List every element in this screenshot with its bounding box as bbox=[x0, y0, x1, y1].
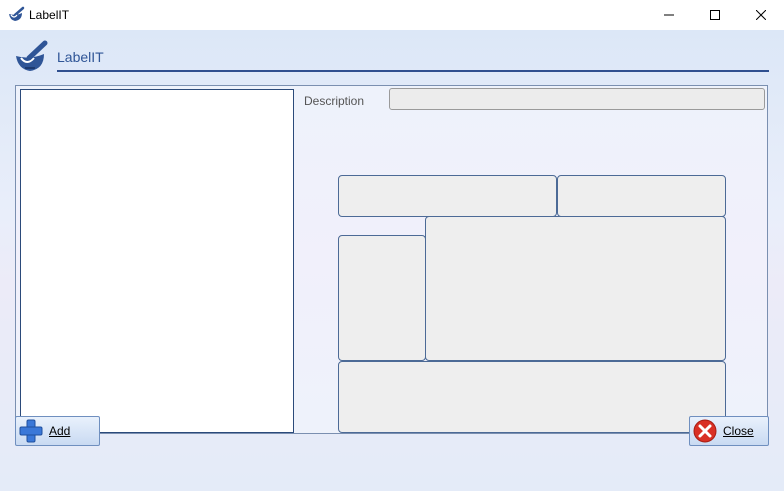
window-title: LabelIT bbox=[29, 8, 70, 22]
mortar-pestle-icon bbox=[16, 40, 48, 71]
label-panel-top-left[interactable] bbox=[338, 175, 557, 217]
window-titlebar: LabelIT bbox=[0, 0, 784, 30]
close-button[interactable]: Close bbox=[689, 416, 769, 446]
header-divider bbox=[57, 70, 769, 72]
page-title: LabelIT bbox=[57, 49, 104, 65]
add-button[interactable]: Add bbox=[15, 416, 100, 446]
label-panel-top-right[interactable] bbox=[557, 175, 726, 217]
description-field[interactable] bbox=[389, 88, 765, 110]
minimize-icon bbox=[664, 14, 674, 16]
close-icon bbox=[756, 10, 766, 20]
plus-icon bbox=[19, 419, 43, 443]
maximize-icon bbox=[710, 10, 720, 20]
close-circle-icon bbox=[693, 419, 717, 443]
maximize-button[interactable] bbox=[692, 0, 738, 30]
description-label: Description bbox=[304, 94, 365, 108]
content-frame: Description bbox=[15, 85, 768, 434]
dialog-body: LabelIT Description bbox=[0, 30, 784, 491]
minimize-button[interactable] bbox=[646, 0, 692, 30]
add-button-label: Add bbox=[49, 424, 71, 438]
item-list[interactable] bbox=[20, 89, 294, 433]
close-button-label: Close bbox=[723, 424, 754, 438]
mortar-pestle-icon bbox=[9, 6, 25, 21]
label-panel-middle-right[interactable] bbox=[425, 216, 726, 361]
window-close-button[interactable] bbox=[738, 0, 784, 30]
label-panel-middle-left[interactable] bbox=[338, 235, 426, 361]
label-panel-bottom[interactable] bbox=[338, 361, 726, 433]
